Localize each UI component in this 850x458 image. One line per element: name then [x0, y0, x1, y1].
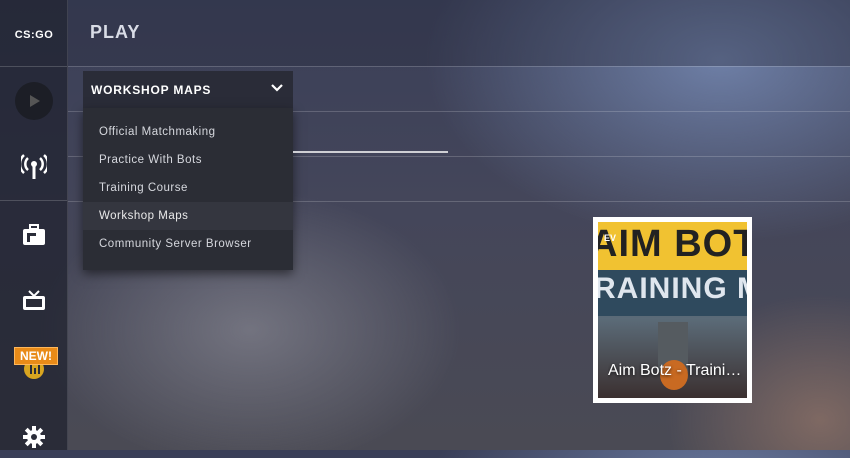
- sidebar: CS:GO NEW!: [0, 0, 68, 450]
- logo-text: CS:GO: [14, 29, 54, 41]
- chevron-down-icon: [271, 84, 283, 92]
- map-thumbnail: AIM BOT RAINING MA EV Aim Botz - Trainin…: [598, 222, 747, 398]
- page-title: PLAY: [90, 22, 141, 42]
- top-bar: [68, 0, 850, 66]
- sidebar-item-inventory[interactable]: [13, 214, 55, 256]
- menu-item-official-matchmaking[interactable]: Official Matchmaking: [83, 118, 293, 146]
- menu-item-workshop-maps[interactable]: Workshop Maps: [83, 202, 293, 230]
- sidebar-item-watch-tv[interactable]: [13, 280, 55, 322]
- inventory-icon: [23, 224, 45, 245]
- menu-item-community-server-browser[interactable]: Community Server Browser: [83, 230, 293, 258]
- sidebar-divider: [0, 66, 67, 67]
- header-divider: [68, 66, 850, 67]
- sidebar-item-play[interactable]: [13, 80, 55, 122]
- mode-select-label: WORKSHOP MAPS: [91, 82, 212, 97]
- thumb-title-line2: RAINING MA: [598, 272, 747, 305]
- tv-icon: [23, 290, 45, 310]
- menu-item-training-course[interactable]: Training Course: [83, 174, 293, 202]
- gear-icon: [23, 426, 45, 448]
- workshop-map-card[interactable]: AIM BOT RAINING MA EV Aim Botz - Trainin…: [593, 217, 752, 403]
- sidebar-divider: [0, 200, 67, 201]
- menu-item-practice-with-bots[interactable]: Practice With Bots: [83, 146, 293, 174]
- thumb-title-line1: AIM BOT: [598, 223, 747, 265]
- mode-dropdown-menu: Official Matchmaking Practice With Bots …: [83, 108, 293, 270]
- sidebar-item-settings[interactable]: [13, 416, 55, 458]
- map-name: Aim Botz - Training Map: [608, 362, 743, 379]
- mode-select[interactable]: WORKSHOP MAPS: [83, 71, 293, 108]
- sidebar-item-watch[interactable]: [13, 146, 55, 188]
- csgo-logo[interactable]: CS:GO: [8, 24, 60, 46]
- new-badge: NEW!: [14, 347, 58, 365]
- tab-underline: [293, 151, 448, 153]
- thumb-tag: EV: [604, 233, 617, 243]
- play-icon: [15, 82, 53, 120]
- broadcast-icon: [21, 154, 47, 179]
